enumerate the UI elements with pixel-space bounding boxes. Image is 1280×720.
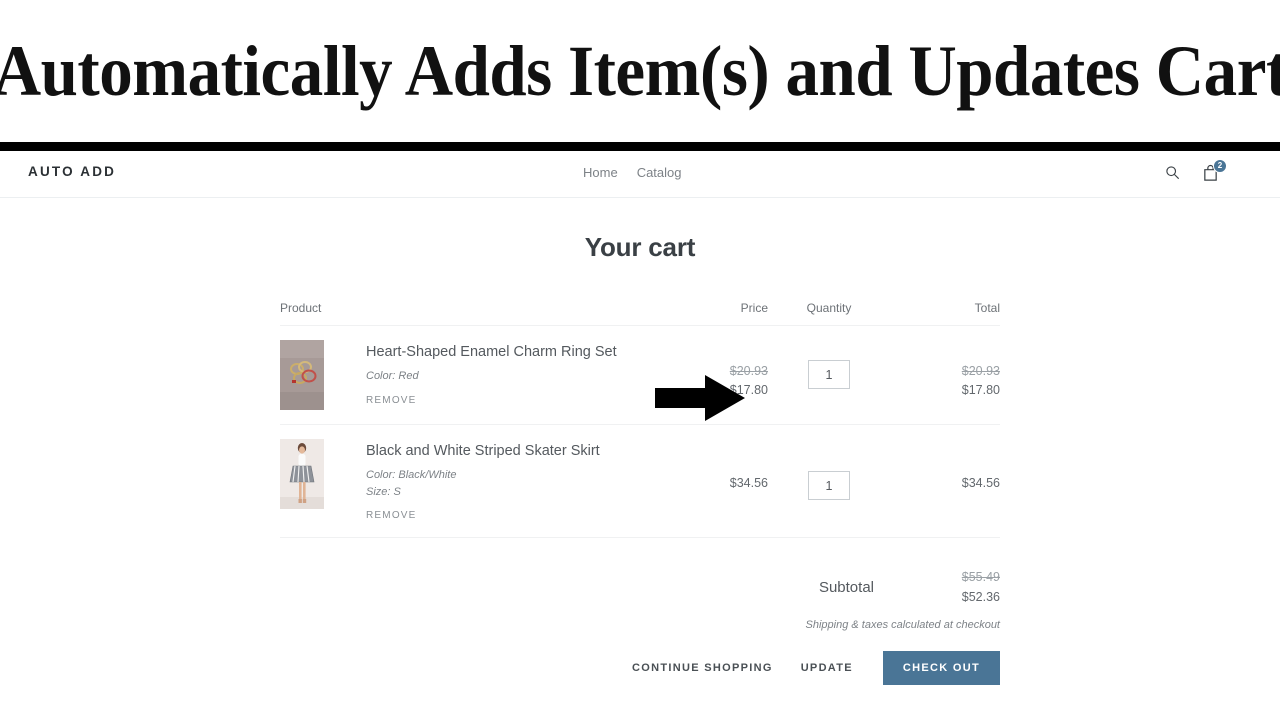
column-header-quantity: Quantity	[768, 301, 890, 315]
cart-item-price: $34.56	[658, 439, 768, 493]
price-current: $17.80	[658, 381, 768, 400]
product-variant-size: Size: S	[366, 484, 600, 501]
continue-shopping-button[interactable]: CONTINUE SHOPPING	[618, 652, 787, 684]
cart-item-product: Heart-Shaped Enamel Charm Ring Set Color…	[280, 340, 658, 410]
cart-count-badge: 2	[1213, 159, 1227, 173]
update-button[interactable]: UPDATE	[787, 652, 867, 684]
nav-item-catalog[interactable]: Catalog	[637, 165, 682, 180]
cart-button[interactable]: 2	[1198, 161, 1222, 187]
main-nav: Home Catalog	[583, 165, 682, 180]
column-header-total: Total	[890, 301, 1000, 315]
remove-item-link[interactable]: REMOVE	[366, 395, 417, 406]
table-row: Black and White Striped Skater Skirt Col…	[280, 425, 1000, 538]
cart-item-quantity	[768, 439, 890, 500]
search-icon	[1165, 165, 1180, 183]
price-current: $34.56	[658, 474, 768, 493]
banner: Automatically Adds Item(s) and Updates C…	[0, 0, 1280, 142]
cart-summary: Subtotal $55.49 $52.36 Shipping & taxes …	[280, 538, 1000, 685]
banner-title: Automatically Adds Item(s) and Updates C…	[0, 35, 1280, 107]
search-button[interactable]	[1160, 161, 1184, 187]
cart-item-total: $20.93 $17.80	[890, 340, 1000, 401]
product-thumbnail[interactable]	[280, 439, 324, 509]
table-row: Heart-Shaped Enamel Charm Ring Set Color…	[280, 326, 1000, 425]
cart-table-header: Product Price Quantity Total	[280, 301, 1000, 326]
quantity-input[interactable]	[808, 360, 850, 389]
subtotal-current: $52.36	[890, 588, 1000, 607]
cart-item-quantity	[768, 340, 890, 389]
page-root: Automatically Adds Item(s) and Updates C…	[0, 0, 1280, 720]
product-info: Heart-Shaped Enamel Charm Ring Set Color…	[324, 340, 617, 410]
banner-divider	[0, 142, 1280, 151]
subtotal-label: Subtotal	[819, 579, 874, 596]
subtotal-original: $55.49	[890, 568, 1000, 587]
product-title[interactable]: Black and White Striped Skater Skirt	[366, 443, 600, 460]
product-info: Black and White Striped Skater Skirt Col…	[324, 439, 600, 523]
brand-logo[interactable]: AUTO ADD	[28, 164, 116, 179]
quantity-input[interactable]	[808, 471, 850, 500]
column-header-price: Price	[658, 301, 768, 315]
cart-table: Product Price Quantity Total	[280, 301, 1000, 538]
product-title[interactable]: Heart-Shaped Enamel Charm Ring Set	[366, 344, 617, 361]
total-current: $17.80	[890, 381, 1000, 400]
product-variant: Color: Red	[366, 368, 617, 385]
page-title: Your cart	[0, 232, 1280, 263]
cart-item-price: $20.93 $17.80	[658, 340, 768, 401]
remove-item-link[interactable]: REMOVE	[366, 510, 417, 521]
price-original: $20.93	[658, 362, 768, 381]
nav-item-home[interactable]: Home	[583, 165, 618, 180]
site-header: AUTO ADD Home Catalog	[0, 151, 1280, 198]
checkout-button[interactable]: CHECK OUT	[883, 651, 1000, 685]
header-icons: 2	[1160, 161, 1222, 187]
total-current: $34.56	[890, 474, 1000, 493]
cart-actions: CONTINUE SHOPPING UPDATE CHECK OUT	[280, 651, 1000, 685]
subtotal-row: Subtotal $55.49 $52.36	[280, 568, 1000, 607]
shipping-note: Shipping & taxes calculated at checkout	[280, 619, 1000, 631]
product-variant-color: Color: Black/White	[366, 467, 600, 484]
product-thumbnail[interactable]	[280, 340, 324, 410]
cart-item-total: $34.56	[890, 439, 1000, 493]
total-original: $20.93	[890, 362, 1000, 381]
subtotal-values: $55.49 $52.36	[890, 568, 1000, 607]
cart-item-product: Black and White Striped Skater Skirt Col…	[280, 439, 658, 523]
product-variant: Color: Black/White Size: S	[366, 467, 600, 500]
cart-section: Your cart Product Price Quantity Total	[0, 198, 1280, 685]
column-header-product: Product	[280, 301, 658, 315]
